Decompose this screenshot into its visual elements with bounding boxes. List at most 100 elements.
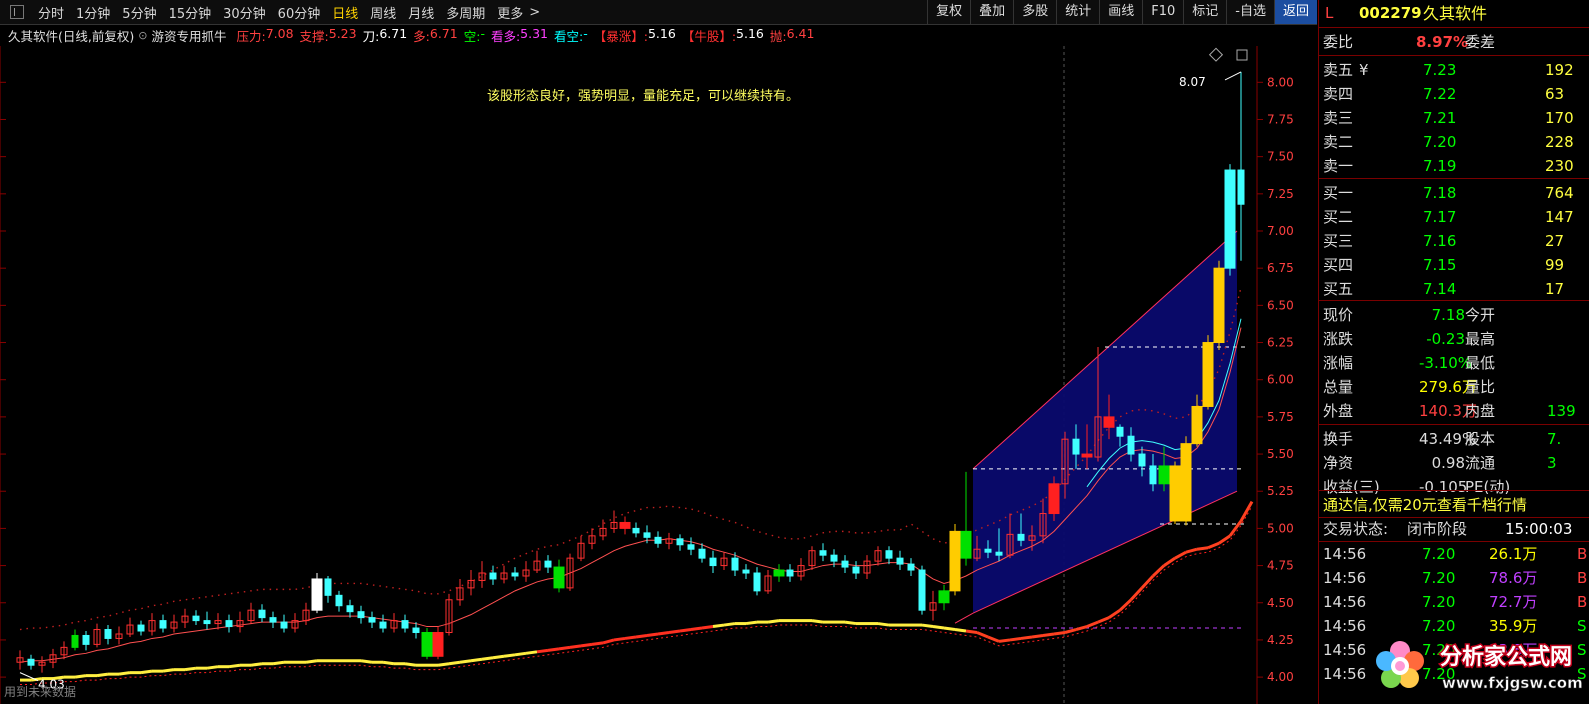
candle-1[interactable] (27, 654, 35, 670)
candle-48[interactable] (544, 555, 552, 574)
period-tab-2[interactable]: 5分钟 (116, 3, 162, 22)
candle-4[interactable] (60, 641, 68, 660)
period-tab-5[interactable]: 60分钟 (272, 3, 327, 22)
candle-13[interactable] (159, 614, 167, 633)
candle-64[interactable] (720, 552, 728, 571)
candle-38[interactable] (432, 626, 444, 660)
candle-43[interactable] (489, 565, 497, 585)
period-tab-1[interactable]: 1分钟 (70, 3, 116, 22)
toolbar-button-7[interactable]: -自选 (1226, 0, 1274, 24)
candle-10[interactable] (126, 617, 134, 637)
sidebar-toggle-icon[interactable] (10, 5, 24, 19)
candle-16[interactable] (192, 610, 200, 626)
candle-78[interactable] (874, 546, 882, 566)
candle-42[interactable] (478, 561, 486, 588)
candle-79[interactable] (885, 546, 893, 565)
candle-51[interactable] (577, 535, 585, 562)
candle-71[interactable] (797, 558, 805, 581)
candle-30[interactable] (346, 599, 354, 618)
candle-66[interactable] (742, 564, 750, 579)
indicator-name[interactable]: 游资专用抓牛 (151, 26, 226, 45)
candle-108[interactable] (1202, 335, 1214, 410)
candle-52[interactable] (588, 528, 596, 550)
candle-17[interactable] (203, 611, 211, 630)
candle-85[interactable] (949, 523, 961, 596)
toolbar-button-1[interactable]: 叠加 (970, 0, 1013, 24)
candle-76[interactable] (852, 561, 860, 579)
candle-82[interactable] (918, 565, 926, 615)
candle-6[interactable] (82, 631, 90, 651)
chart-square-icon[interactable] (1236, 49, 1248, 61)
candle-12[interactable] (148, 613, 156, 636)
candle-21[interactable] (247, 602, 255, 624)
candle-72[interactable] (808, 546, 816, 571)
candle-47[interactable] (533, 550, 541, 574)
candle-70[interactable] (786, 564, 794, 582)
candle-110[interactable] (1224, 164, 1236, 276)
candle-22[interactable] (258, 604, 266, 623)
candle-33[interactable] (379, 614, 387, 633)
period-tab-6[interactable]: 日线 (326, 3, 364, 22)
candle-80[interactable] (896, 550, 904, 571)
candle-8[interactable] (104, 625, 112, 645)
period-tab-10[interactable]: 更多 (491, 3, 529, 22)
candle-5[interactable] (71, 629, 79, 651)
candle-39[interactable] (445, 593, 453, 636)
candle-11[interactable] (137, 620, 145, 636)
candle-25[interactable] (291, 613, 299, 633)
candle-55[interactable] (619, 516, 631, 535)
candle-75[interactable] (841, 555, 849, 574)
candle-44[interactable] (500, 565, 508, 584)
candle-34[interactable] (390, 613, 398, 633)
candle-63[interactable] (709, 550, 717, 574)
candle-54[interactable] (610, 510, 618, 533)
candle-86[interactable] (960, 471, 972, 566)
candle-26[interactable] (302, 602, 310, 626)
candle-15[interactable] (181, 608, 189, 629)
period-tab-8[interactable]: 月线 (402, 3, 440, 22)
candle-109[interactable] (1213, 260, 1225, 350)
kline-chart[interactable]: 8.00 7.75 7.50 7.25 7.00 6.75 6.50 6.25 6.00 5.75… (0, 46, 1317, 704)
candle-37[interactable] (421, 628, 433, 660)
candle-56[interactable] (632, 522, 640, 538)
candle-2[interactable] (38, 656, 46, 673)
candle-77[interactable] (863, 555, 871, 579)
toolbar-button-0[interactable]: 复权 (927, 0, 970, 24)
candle-31[interactable] (357, 605, 365, 624)
candle-81[interactable] (907, 558, 915, 576)
candle-68[interactable] (764, 570, 772, 594)
candle-23[interactable] (269, 611, 277, 629)
candle-14[interactable] (170, 614, 178, 633)
candle-67[interactable] (753, 567, 761, 596)
candle-32[interactable] (368, 611, 376, 629)
candle-61[interactable] (687, 537, 695, 556)
candle-106[interactable] (1180, 436, 1192, 526)
candle-46[interactable] (522, 561, 530, 582)
candle-105[interactable] (1169, 461, 1181, 524)
candle-69[interactable] (773, 564, 785, 582)
candle-83[interactable] (929, 590, 937, 621)
period-tab-3[interactable]: 15分钟 (163, 3, 218, 22)
candle-62[interactable] (698, 543, 706, 563)
candle-18[interactable] (214, 613, 222, 630)
toolbar-button-8[interactable]: 返回 (1273, 0, 1317, 24)
candle-35[interactable] (401, 614, 409, 633)
candle-49[interactable] (553, 559, 565, 593)
period-tab-4[interactable]: 30分钟 (217, 3, 272, 22)
toolbar-button-3[interactable]: 统计 (1056, 0, 1099, 24)
candle-59[interactable] (665, 532, 673, 550)
period-tab-9[interactable]: 多周期 (440, 3, 491, 22)
candle-20[interactable] (236, 611, 244, 633)
toolbar-button-5[interactable]: F10 (1142, 0, 1183, 24)
candle-60[interactable] (676, 534, 684, 551)
candle-29[interactable] (335, 590, 343, 612)
candle-111[interactable] (1237, 71, 1245, 261)
candle-58[interactable] (654, 531, 662, 548)
candle-24[interactable] (280, 614, 288, 633)
candle-7[interactable] (93, 623, 101, 648)
indicator-gear-icon[interactable]: ⊙ (138, 29, 147, 42)
more-arrow-icon[interactable]: > (529, 5, 546, 20)
toolbar-button-2[interactable]: 多股 (1013, 0, 1056, 24)
candle-84[interactable] (938, 584, 950, 611)
period-tab-0[interactable]: 分时 (32, 3, 70, 22)
